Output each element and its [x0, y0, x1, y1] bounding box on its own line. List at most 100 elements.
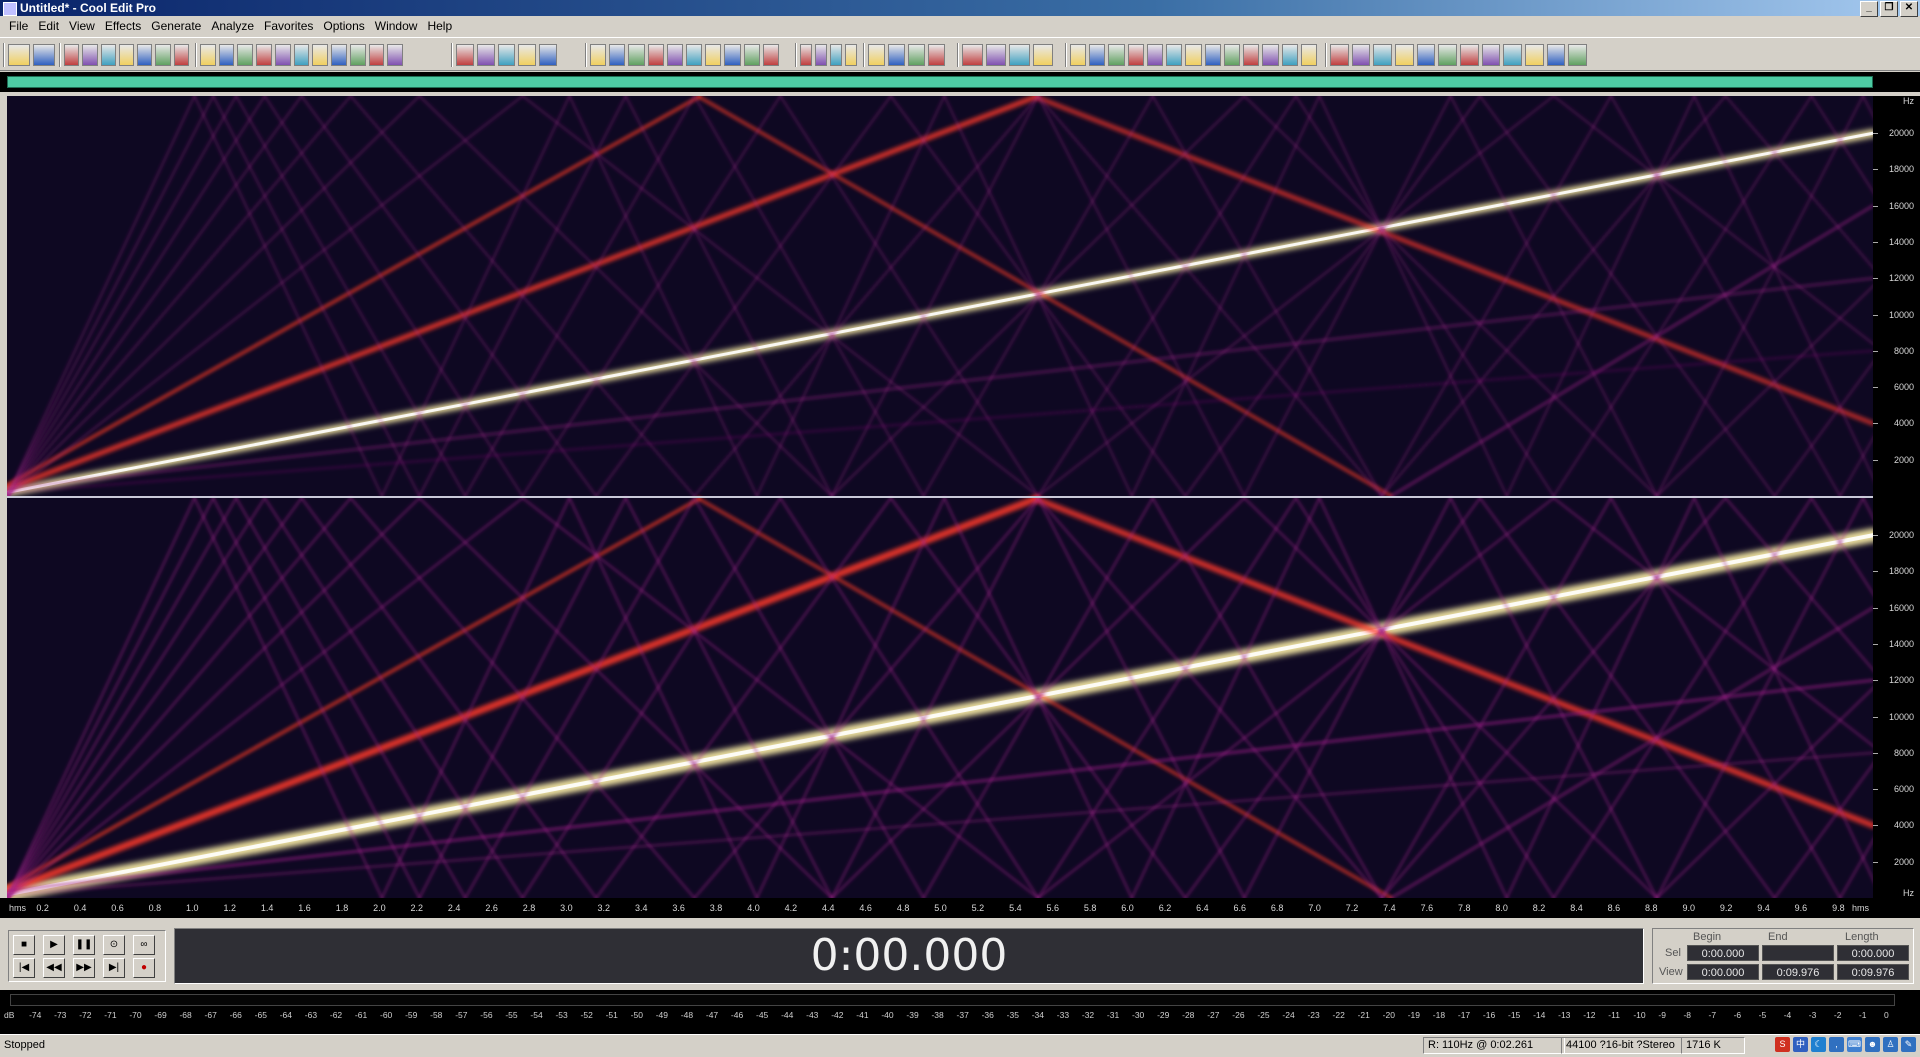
toolbar-button-8-10[interactable]: [1262, 44, 1279, 66]
toolbar-button-1-2[interactable]: [100, 44, 116, 66]
toolbar-button-3-1[interactable]: [476, 44, 495, 66]
toolbar-button-2-3[interactable]: [256, 44, 272, 66]
toolbar-button-9-10[interactable]: [1546, 44, 1566, 66]
menu-window[interactable]: Window: [370, 17, 423, 36]
play-to-end-button[interactable]: ⊙: [103, 935, 125, 955]
pause-button[interactable]: ❚❚: [73, 935, 95, 955]
menu-file[interactable]: File: [4, 17, 33, 36]
toolbar-button-4-5[interactable]: [686, 44, 703, 66]
view-begin-field[interactable]: 0:00.000: [1687, 964, 1759, 980]
sel-length-field[interactable]: 0:00.000: [1837, 945, 1909, 961]
chinese-input-icon[interactable]: 中: [1793, 1037, 1808, 1052]
toolbar-button-1-6[interactable]: [173, 44, 189, 66]
menu-options[interactable]: Options: [318, 17, 369, 36]
toolbar-button-7-1[interactable]: [985, 44, 1006, 66]
moon-icon[interactable]: ☾: [1811, 1037, 1826, 1052]
toolbar-button-5-3[interactable]: [845, 44, 857, 66]
menu-edit[interactable]: Edit: [33, 17, 64, 36]
toolbar-button-8-11[interactable]: [1281, 44, 1298, 66]
loop-button[interactable]: ∞: [133, 935, 155, 955]
toolbar-button-9-8[interactable]: [1503, 44, 1522, 66]
toolbar-button-2-1[interactable]: [218, 44, 235, 66]
toolbar-button-2-7[interactable]: [331, 44, 347, 66]
toolbar-button-3-3[interactable]: [518, 44, 537, 66]
toolbar-button-9-0[interactable]: [1330, 44, 1349, 66]
toolbar-button-2-6[interactable]: [312, 44, 329, 66]
toolbar-button-9-1[interactable]: [1351, 44, 1371, 66]
toolbar-button-9-5[interactable]: [1438, 44, 1457, 66]
toolbar-button-8-6[interactable]: [1185, 44, 1202, 66]
ime-icon[interactable]: S: [1775, 1037, 1790, 1052]
toolbar-button-5-0[interactable]: [800, 44, 812, 66]
toolbar-button-6-0[interactable]: [868, 44, 885, 66]
sel-begin-field[interactable]: 0:00.000: [1687, 945, 1759, 961]
user-icon[interactable]: ☻: [1865, 1037, 1880, 1052]
toolbar-button-9-9[interactable]: [1525, 44, 1544, 66]
punctuation-icon[interactable]: ,: [1829, 1037, 1844, 1052]
spectral-view[interactable]: [7, 96, 1873, 898]
toolbar-button-1-5[interactable]: [155, 44, 171, 66]
play-button[interactable]: ▶: [43, 935, 65, 955]
menu-view[interactable]: View: [64, 17, 100, 36]
wrench-icon[interactable]: ✎: [1901, 1037, 1916, 1052]
toolbar-button-8-8[interactable]: [1223, 44, 1241, 66]
shirt-icon[interactable]: ♙: [1883, 1037, 1898, 1052]
toolbar-button-6-3[interactable]: [928, 44, 945, 66]
toolbar-button-6-1[interactable]: [888, 44, 905, 66]
toolbar-button-9-2[interactable]: [1373, 44, 1392, 66]
toolbar-button-8-2[interactable]: [1108, 44, 1125, 66]
toolbar-button-4-6[interactable]: [705, 44, 722, 66]
sel-end-field[interactable]: [1762, 945, 1834, 961]
rewind-button[interactable]: ◀◀: [43, 958, 65, 978]
toolbar-button-4-0[interactable]: [590, 44, 607, 66]
go-to-start-button[interactable]: |◀: [13, 958, 35, 978]
go-to-end-button[interactable]: ▶|: [103, 958, 125, 978]
menu-generate[interactable]: Generate: [146, 17, 206, 36]
toolbar-button-8-5[interactable]: [1166, 44, 1183, 66]
toolbar-button-2-10[interactable]: [387, 44, 403, 66]
toolbar-button-7-0[interactable]: [962, 44, 983, 66]
toolbar-button-4-3[interactable]: [647, 44, 664, 66]
toolbar-button-5-2[interactable]: [830, 44, 842, 66]
toolbar-button-4-2[interactable]: [628, 44, 645, 66]
view-length-field[interactable]: 0:09.976: [1837, 964, 1909, 980]
toolbar-button-8-0[interactable]: [1070, 44, 1087, 66]
view-end-field[interactable]: 0:09.976: [1762, 964, 1834, 980]
toolbar-button-2-8[interactable]: [349, 44, 366, 66]
close-button[interactable]: ✕: [1900, 1, 1918, 17]
toolbar-button-2-9[interactable]: [368, 44, 385, 66]
toolbar-button-8-4[interactable]: [1146, 44, 1164, 66]
toolbar-button-8-3[interactable]: [1127, 44, 1144, 66]
menu-effects[interactable]: Effects: [100, 17, 146, 36]
toolbar-button-4-4[interactable]: [666, 44, 683, 66]
toolbar-button-2-4[interactable]: [274, 44, 291, 66]
toolbar-button-8-12[interactable]: [1300, 44, 1317, 66]
toolbar-button-1-4[interactable]: [137, 44, 153, 66]
toolbar-button-9-7[interactable]: [1481, 44, 1501, 66]
overview-range-bar[interactable]: [7, 76, 1873, 88]
toolbar-button-5-1[interactable]: [815, 44, 827, 66]
toolbar-button-9-6[interactable]: [1460, 44, 1479, 66]
toolbar-button-2-5[interactable]: [293, 44, 310, 66]
toolbar-button-4-7[interactable]: [724, 44, 741, 66]
stop-button[interactable]: ■: [13, 935, 35, 955]
toolbar-button-0-1[interactable]: [33, 44, 55, 66]
menu-help[interactable]: Help: [422, 17, 457, 36]
menu-analyze[interactable]: Analyze: [206, 17, 259, 36]
toolbar-button-3-2[interactable]: [497, 44, 516, 66]
keyboard-icon[interactable]: ⌨: [1847, 1037, 1862, 1052]
toolbar-button-3-4[interactable]: [539, 44, 557, 66]
app-icon[interactable]: [3, 2, 17, 16]
toolbar-button-1-0[interactable]: [64, 44, 80, 66]
toolbar-button-0-0[interactable]: [8, 44, 30, 66]
toolbar-button-4-8[interactable]: [743, 44, 760, 66]
toolbar-button-9-4[interactable]: [1416, 44, 1436, 66]
toolbar-button-2-0[interactable]: [200, 44, 216, 66]
toolbar-button-1-3[interactable]: [118, 44, 135, 66]
record-button[interactable]: ●: [133, 958, 155, 978]
toolbar-button-6-2[interactable]: [908, 44, 925, 66]
toolbar-button-8-7[interactable]: [1204, 44, 1221, 66]
fast-forward-button[interactable]: ▶▶: [73, 958, 95, 978]
toolbar-button-8-1[interactable]: [1089, 44, 1106, 66]
toolbar-button-8-9[interactable]: [1243, 44, 1260, 66]
